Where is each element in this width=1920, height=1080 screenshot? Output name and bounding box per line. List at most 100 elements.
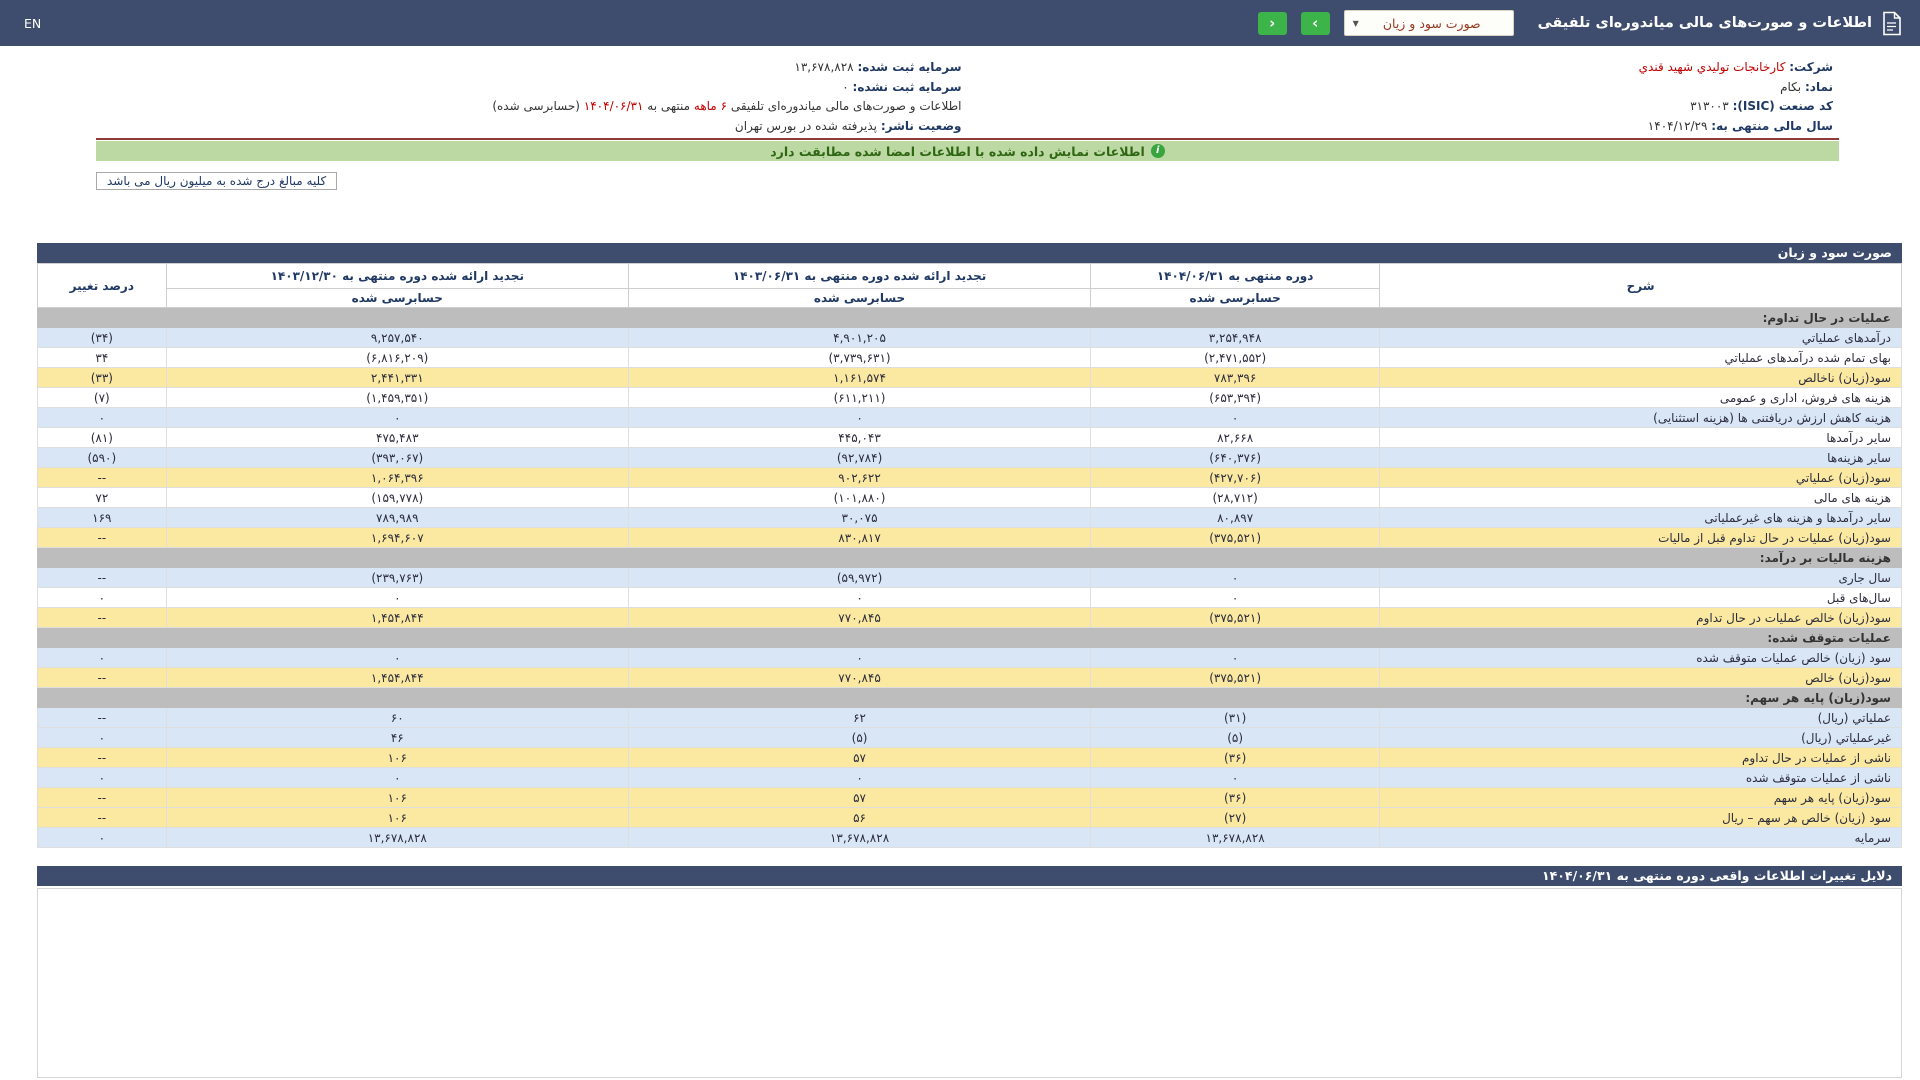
row-value: ۳۰,۰۷۵ xyxy=(628,508,1090,528)
row-value: -- xyxy=(38,708,167,728)
row-value: ۵۷ xyxy=(628,748,1090,768)
chevron-down-icon: ▼ xyxy=(1353,19,1359,28)
statement-type-value: صورت سود و زیان xyxy=(1359,16,1505,31)
field-label: شرکت: xyxy=(1789,60,1833,74)
signature-match-banner: i اطلاعات نمایش داده شده با اطلاعات امضا… xyxy=(96,141,1839,161)
unregistered-capital-field: سرمایه ثبت نشده: ۰ xyxy=(96,78,968,98)
table-row: سود (زیان) خالص هر سهم – ریال(۲۷)۵۶۱۰۶-- xyxy=(38,808,1902,828)
row-value: (۱۰۱,۸۸۰) xyxy=(628,488,1090,508)
row-value: ۶۲ xyxy=(628,708,1090,728)
table-row: هزینه کاهش ارزش دریافتنی ها (هزینه استثن… xyxy=(38,408,1902,428)
row-value: (۷) xyxy=(38,388,167,408)
row-value: (۲,۴۷۱,۵۵۲) xyxy=(1091,348,1380,368)
info-row: سال مالی منتهی به: ۱۴۰۴/۱۲/۲۹ وضعیت ناشر… xyxy=(96,117,1839,137)
income-statement-section: صورت سود و زیان شرح دوره منتهی به ۱۴۰۴/۰… xyxy=(37,243,1902,848)
row-label: غیرعملیاتي (ریال) xyxy=(1380,728,1902,748)
table-row: سود (زیان) خالص عملیات متوقف شده۰۰۰۰ xyxy=(38,648,1902,668)
page-title: اطلاعات و صورت‌های مالی میاندوره‌ای تلفی… xyxy=(1538,15,1872,31)
table-row: عملیات متوقف شده: xyxy=(38,628,1902,648)
info-row: کد صنعت (ISIC): ۳۱۳۰۰۳ اطلاعات و صورت‌ها… xyxy=(96,97,1839,117)
row-value: (۵) xyxy=(1091,728,1380,748)
row-label: درآمدهای عملیاتي xyxy=(1380,328,1902,348)
section-label: هزینه مالیات بر درآمد: xyxy=(38,548,1902,568)
row-value: ۷۸۳,۳۹۶ xyxy=(1091,368,1380,388)
table-row: درآمدهای عملیاتي۳,۲۵۴,۹۴۸۴,۹۰۱,۲۰۵۹,۲۵۷,… xyxy=(38,328,1902,348)
row-value: (۹۲,۷۸۴) xyxy=(628,448,1090,468)
row-value: ۰ xyxy=(628,408,1090,428)
row-value: ۱,۱۶۱,۵۷۴ xyxy=(628,368,1090,388)
row-value: ۷۲ xyxy=(38,488,167,508)
row-value: (۳۷۵,۵۲۱) xyxy=(1091,668,1380,688)
row-value: -- xyxy=(38,468,167,488)
row-value: ۰ xyxy=(166,408,628,428)
row-value: ۱۰۶ xyxy=(166,788,628,808)
column-header-description: شرح xyxy=(1380,264,1902,308)
row-label: سود (زیان) خالص هر سهم – ریال xyxy=(1380,808,1902,828)
row-value: (۳۱) xyxy=(1091,708,1380,728)
row-label: سرمایه xyxy=(1380,828,1902,848)
chevron-right-icon: › xyxy=(1312,13,1318,34)
language-toggle[interactable]: EN xyxy=(18,12,47,35)
row-label: سود(زیان) خالص xyxy=(1380,668,1902,688)
period-date-highlight: ۱۴۰۴/۰۶/۳۱ xyxy=(584,99,644,113)
row-value: ۱۰۶ xyxy=(166,808,628,828)
row-value: (۴۲۷,۷۰۶) xyxy=(1091,468,1380,488)
row-value: ۱۳,۶۷۸,۸۲۸ xyxy=(628,828,1090,848)
statement-type-dropdown[interactable]: صورت سود و زیان ▼ xyxy=(1344,10,1514,36)
row-value: (۶۵۳,۳۹۴) xyxy=(1091,388,1380,408)
row-label: سود(زیان) پایه هر سهم xyxy=(1380,788,1902,808)
document-icon[interactable] xyxy=(1882,11,1902,36)
row-value: -- xyxy=(38,788,167,808)
field-value: بکام xyxy=(1780,80,1801,94)
field-value: ۳۱۳۰۰۳ xyxy=(1690,99,1729,113)
row-label: سایر درآمدها و هزینه های غیرعملیاتی xyxy=(1380,508,1902,528)
section-label: عملیات متوقف شده: xyxy=(38,628,1902,648)
row-value: ۹,۲۵۷,۵۴۰ xyxy=(166,328,628,348)
table-row: هزینه های مالی(۲۸,۷۱۲)(۱۰۱,۸۸۰)(۱۵۹,۷۷۸)… xyxy=(38,488,1902,508)
audited-subheader: حسابرسی شده xyxy=(1091,289,1380,308)
column-header-restated-midyear: تجدید ارائه شده دوره منتهی به ۱۴۰۳/۰۶/۳۱ xyxy=(628,264,1090,289)
row-value: (۳۴) xyxy=(38,328,167,348)
row-label: هزینه کاهش ارزش دریافتنی ها (هزینه استثن… xyxy=(1380,408,1902,428)
row-value: ۸۳۰,۸۱۷ xyxy=(628,528,1090,548)
row-value: -- xyxy=(38,568,167,588)
previous-statement-button[interactable]: ‹ xyxy=(1258,12,1287,35)
row-value: ۰ xyxy=(166,648,628,668)
row-label: ناشی از عملیات در حال تداوم xyxy=(1380,748,1902,768)
row-value: -- xyxy=(38,748,167,768)
row-value: (۱,۴۵۹,۳۵۱) xyxy=(166,388,628,408)
row-value: ۴۴۵,۰۴۳ xyxy=(628,428,1090,448)
row-value: -- xyxy=(38,808,167,828)
row-value: ۰ xyxy=(38,728,167,748)
row-value: ۰ xyxy=(628,768,1090,788)
row-value: ۱,۴۵۴,۸۴۴ xyxy=(166,668,628,688)
table-row: ناشی از عملیات در حال تداوم(۳۶)۵۷۱۰۶-- xyxy=(38,748,1902,768)
info-icon: i xyxy=(1151,144,1165,158)
row-label: سال جاری xyxy=(1380,568,1902,588)
table-row: بهای تمام شده درآمدهای عملیاتي(۲,۴۷۱,۵۵۲… xyxy=(38,348,1902,368)
company-name-link[interactable]: کارخانجات تولیدي شهید قندي xyxy=(1639,60,1786,74)
reasons-title-bar: دلایل تغییرات اطلاعات واقعی دوره منتهی ب… xyxy=(37,866,1902,886)
row-value: (۵) xyxy=(628,728,1090,748)
row-value: ۰ xyxy=(1091,648,1380,668)
table-row: سایر درآمدها۸۲,۶۶۸۴۴۵,۰۴۳۴۷۵,۴۸۳(۸۱) xyxy=(38,428,1902,448)
table-row: هزینه مالیات بر درآمد: xyxy=(38,548,1902,568)
row-label: عملیاتي (ریال) xyxy=(1380,708,1902,728)
row-label: سود(زیان) عملیات در حال تداوم قبل از مال… xyxy=(1380,528,1902,548)
row-label: سود(زیان) خالص عملیات در حال تداوم xyxy=(1380,608,1902,628)
row-value: (۶,۸۱۶,۲۰۹) xyxy=(166,348,628,368)
company-info-section: شرکت: کارخانجات تولیدي شهید قندي سرمایه … xyxy=(96,58,1839,161)
row-value: ۰ xyxy=(1091,568,1380,588)
table-row: سود(زیان) ناخالص۷۸۳,۳۹۶۱,۱۶۱,۵۷۴۲,۴۴۱,۳۳… xyxy=(38,368,1902,388)
row-value: ۷۸۹,۹۸۹ xyxy=(166,508,628,528)
row-value: ۰ xyxy=(166,588,628,608)
next-statement-button[interactable]: › xyxy=(1301,12,1330,35)
audit-status-text: (حسابرسی شده) xyxy=(492,99,580,113)
table-row: سود(زیان) پایه هر سهم(۳۶)۵۷۱۰۶-- xyxy=(38,788,1902,808)
row-value: ۰ xyxy=(1091,588,1380,608)
row-value: ۰ xyxy=(628,648,1090,668)
statement-period-field: اطلاعات و صورت‌های مالی میاندوره‌ای تلفی… xyxy=(96,97,968,117)
row-value: (۶۱۱,۲۱۱) xyxy=(628,388,1090,408)
row-value: ۰ xyxy=(1091,408,1380,428)
table-row: سال‌های قبل۰۰۰۰ xyxy=(38,588,1902,608)
